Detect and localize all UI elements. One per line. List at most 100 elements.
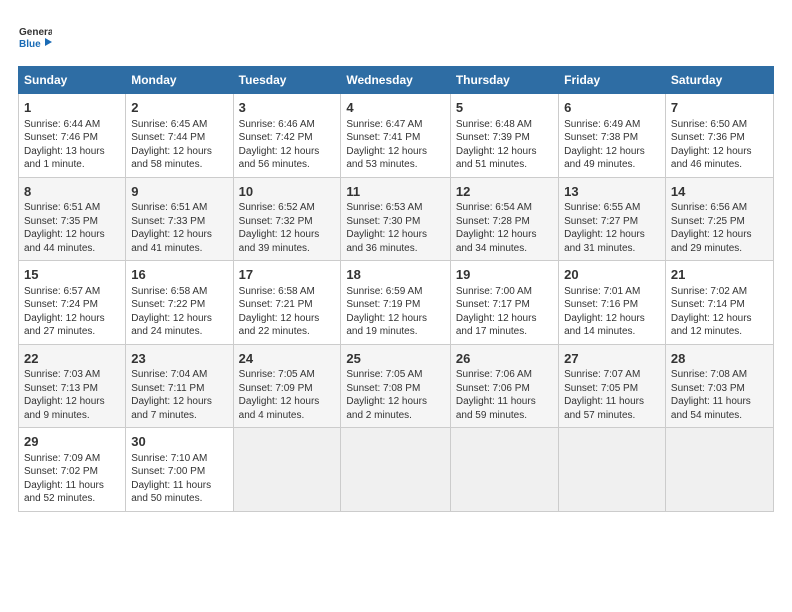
day-number: 21 bbox=[671, 266, 768, 284]
logo-graphic: General Blue bbox=[18, 22, 52, 56]
calendar-cell: 13Sunrise: 6:55 AM Sunset: 7:27 PM Dayli… bbox=[559, 177, 666, 261]
day-number: 4 bbox=[346, 99, 445, 117]
calendar-cell: 23Sunrise: 7:04 AM Sunset: 7:11 PM Dayli… bbox=[126, 344, 233, 428]
calendar-cell bbox=[233, 428, 341, 512]
day-number: 19 bbox=[456, 266, 553, 284]
page: General Blue SundayMondayTuesdayWednesda… bbox=[0, 0, 792, 522]
calendar-cell: 22Sunrise: 7:03 AM Sunset: 7:13 PM Dayli… bbox=[19, 344, 126, 428]
day-number: 16 bbox=[131, 266, 227, 284]
day-info: Sunrise: 7:10 AM Sunset: 7:00 PM Dayligh… bbox=[131, 452, 227, 506]
calendar-cell: 6Sunrise: 6:49 AM Sunset: 7:38 PM Daylig… bbox=[559, 94, 666, 178]
day-number: 22 bbox=[24, 350, 120, 368]
calendar-header: SundayMondayTuesdayWednesdayThursdayFrid… bbox=[19, 67, 774, 94]
day-info: Sunrise: 6:44 AM Sunset: 7:46 PM Dayligh… bbox=[24, 118, 120, 172]
weekday-header-tuesday: Tuesday bbox=[233, 67, 341, 94]
weekday-header-monday: Monday bbox=[126, 67, 233, 94]
calendar-cell: 29Sunrise: 7:09 AM Sunset: 7:02 PM Dayli… bbox=[19, 428, 126, 512]
day-number: 7 bbox=[671, 99, 768, 117]
weekday-header-wednesday: Wednesday bbox=[341, 67, 451, 94]
calendar-cell: 20Sunrise: 7:01 AM Sunset: 7:16 PM Dayli… bbox=[559, 261, 666, 345]
day-info: Sunrise: 6:51 AM Sunset: 7:35 PM Dayligh… bbox=[24, 201, 120, 255]
day-number: 2 bbox=[131, 99, 227, 117]
weekday-header-row: SundayMondayTuesdayWednesdayThursdayFrid… bbox=[19, 67, 774, 94]
day-info: Sunrise: 7:05 AM Sunset: 7:09 PM Dayligh… bbox=[239, 368, 336, 422]
day-info: Sunrise: 7:02 AM Sunset: 7:14 PM Dayligh… bbox=[671, 285, 768, 339]
calendar-cell: 24Sunrise: 7:05 AM Sunset: 7:09 PM Dayli… bbox=[233, 344, 341, 428]
day-number: 23 bbox=[131, 350, 227, 368]
calendar-cell: 18Sunrise: 6:59 AM Sunset: 7:19 PM Dayli… bbox=[341, 261, 451, 345]
calendar-cell: 1Sunrise: 6:44 AM Sunset: 7:46 PM Daylig… bbox=[19, 94, 126, 178]
day-info: Sunrise: 7:06 AM Sunset: 7:06 PM Dayligh… bbox=[456, 368, 553, 422]
calendar-cell: 28Sunrise: 7:08 AM Sunset: 7:03 PM Dayli… bbox=[665, 344, 773, 428]
calendar-cell: 15Sunrise: 6:57 AM Sunset: 7:24 PM Dayli… bbox=[19, 261, 126, 345]
week-row-2: 8Sunrise: 6:51 AM Sunset: 7:35 PM Daylig… bbox=[19, 177, 774, 261]
day-number: 1 bbox=[24, 99, 120, 117]
week-row-1: 1Sunrise: 6:44 AM Sunset: 7:46 PM Daylig… bbox=[19, 94, 774, 178]
day-info: Sunrise: 7:00 AM Sunset: 7:17 PM Dayligh… bbox=[456, 285, 553, 339]
day-number: 13 bbox=[564, 183, 660, 201]
calendar-cell bbox=[665, 428, 773, 512]
calendar-cell bbox=[559, 428, 666, 512]
calendar-cell: 7Sunrise: 6:50 AM Sunset: 7:36 PM Daylig… bbox=[665, 94, 773, 178]
day-info: Sunrise: 6:52 AM Sunset: 7:32 PM Dayligh… bbox=[239, 201, 336, 255]
day-number: 29 bbox=[24, 433, 120, 451]
day-info: Sunrise: 6:50 AM Sunset: 7:36 PM Dayligh… bbox=[671, 118, 768, 172]
svg-text:General: General bbox=[19, 27, 52, 38]
calendar-cell: 8Sunrise: 6:51 AM Sunset: 7:35 PM Daylig… bbox=[19, 177, 126, 261]
day-number: 30 bbox=[131, 433, 227, 451]
calendar-cell bbox=[450, 428, 558, 512]
calendar-cell: 4Sunrise: 6:47 AM Sunset: 7:41 PM Daylig… bbox=[341, 94, 451, 178]
day-info: Sunrise: 7:05 AM Sunset: 7:08 PM Dayligh… bbox=[346, 368, 445, 422]
day-number: 8 bbox=[24, 183, 120, 201]
day-info: Sunrise: 7:07 AM Sunset: 7:05 PM Dayligh… bbox=[564, 368, 660, 422]
calendar-cell: 5Sunrise: 6:48 AM Sunset: 7:39 PM Daylig… bbox=[450, 94, 558, 178]
calendar-cell: 11Sunrise: 6:53 AM Sunset: 7:30 PM Dayli… bbox=[341, 177, 451, 261]
weekday-header-thursday: Thursday bbox=[450, 67, 558, 94]
day-info: Sunrise: 6:55 AM Sunset: 7:27 PM Dayligh… bbox=[564, 201, 660, 255]
calendar-cell: 21Sunrise: 7:02 AM Sunset: 7:14 PM Dayli… bbox=[665, 261, 773, 345]
day-number: 9 bbox=[131, 183, 227, 201]
week-row-3: 15Sunrise: 6:57 AM Sunset: 7:24 PM Dayli… bbox=[19, 261, 774, 345]
calendar-cell: 17Sunrise: 6:58 AM Sunset: 7:21 PM Dayli… bbox=[233, 261, 341, 345]
day-info: Sunrise: 7:08 AM Sunset: 7:03 PM Dayligh… bbox=[671, 368, 768, 422]
day-info: Sunrise: 7:01 AM Sunset: 7:16 PM Dayligh… bbox=[564, 285, 660, 339]
day-info: Sunrise: 6:57 AM Sunset: 7:24 PM Dayligh… bbox=[24, 285, 120, 339]
day-number: 28 bbox=[671, 350, 768, 368]
day-number: 18 bbox=[346, 266, 445, 284]
calendar-cell: 14Sunrise: 6:56 AM Sunset: 7:25 PM Dayli… bbox=[665, 177, 773, 261]
day-info: Sunrise: 6:48 AM Sunset: 7:39 PM Dayligh… bbox=[456, 118, 553, 172]
weekday-header-sunday: Sunday bbox=[19, 67, 126, 94]
calendar-body: 1Sunrise: 6:44 AM Sunset: 7:46 PM Daylig… bbox=[19, 94, 774, 512]
calendar-table: SundayMondayTuesdayWednesdayThursdayFrid… bbox=[18, 66, 774, 512]
day-number: 14 bbox=[671, 183, 768, 201]
calendar-cell: 16Sunrise: 6:58 AM Sunset: 7:22 PM Dayli… bbox=[126, 261, 233, 345]
day-info: Sunrise: 6:58 AM Sunset: 7:21 PM Dayligh… bbox=[239, 285, 336, 339]
day-number: 3 bbox=[239, 99, 336, 117]
week-row-5: 29Sunrise: 7:09 AM Sunset: 7:02 PM Dayli… bbox=[19, 428, 774, 512]
logo: General Blue bbox=[18, 22, 52, 56]
day-number: 11 bbox=[346, 183, 445, 201]
day-number: 5 bbox=[456, 99, 553, 117]
day-info: Sunrise: 6:54 AM Sunset: 7:28 PM Dayligh… bbox=[456, 201, 553, 255]
week-row-4: 22Sunrise: 7:03 AM Sunset: 7:13 PM Dayli… bbox=[19, 344, 774, 428]
day-info: Sunrise: 6:59 AM Sunset: 7:19 PM Dayligh… bbox=[346, 285, 445, 339]
day-number: 20 bbox=[564, 266, 660, 284]
calendar-cell: 9Sunrise: 6:51 AM Sunset: 7:33 PM Daylig… bbox=[126, 177, 233, 261]
day-number: 17 bbox=[239, 266, 336, 284]
day-info: Sunrise: 7:03 AM Sunset: 7:13 PM Dayligh… bbox=[24, 368, 120, 422]
calendar-cell: 2Sunrise: 6:45 AM Sunset: 7:44 PM Daylig… bbox=[126, 94, 233, 178]
weekday-header-saturday: Saturday bbox=[665, 67, 773, 94]
day-info: Sunrise: 6:56 AM Sunset: 7:25 PM Dayligh… bbox=[671, 201, 768, 255]
weekday-header-friday: Friday bbox=[559, 67, 666, 94]
day-number: 15 bbox=[24, 266, 120, 284]
calendar-cell: 19Sunrise: 7:00 AM Sunset: 7:17 PM Dayli… bbox=[450, 261, 558, 345]
day-number: 6 bbox=[564, 99, 660, 117]
day-number: 26 bbox=[456, 350, 553, 368]
day-info: Sunrise: 6:46 AM Sunset: 7:42 PM Dayligh… bbox=[239, 118, 336, 172]
calendar-cell: 26Sunrise: 7:06 AM Sunset: 7:06 PM Dayli… bbox=[450, 344, 558, 428]
day-info: Sunrise: 6:49 AM Sunset: 7:38 PM Dayligh… bbox=[564, 118, 660, 172]
calendar-cell: 12Sunrise: 6:54 AM Sunset: 7:28 PM Dayli… bbox=[450, 177, 558, 261]
calendar-cell: 27Sunrise: 7:07 AM Sunset: 7:05 PM Dayli… bbox=[559, 344, 666, 428]
header: General Blue bbox=[18, 18, 774, 56]
day-info: Sunrise: 6:45 AM Sunset: 7:44 PM Dayligh… bbox=[131, 118, 227, 172]
